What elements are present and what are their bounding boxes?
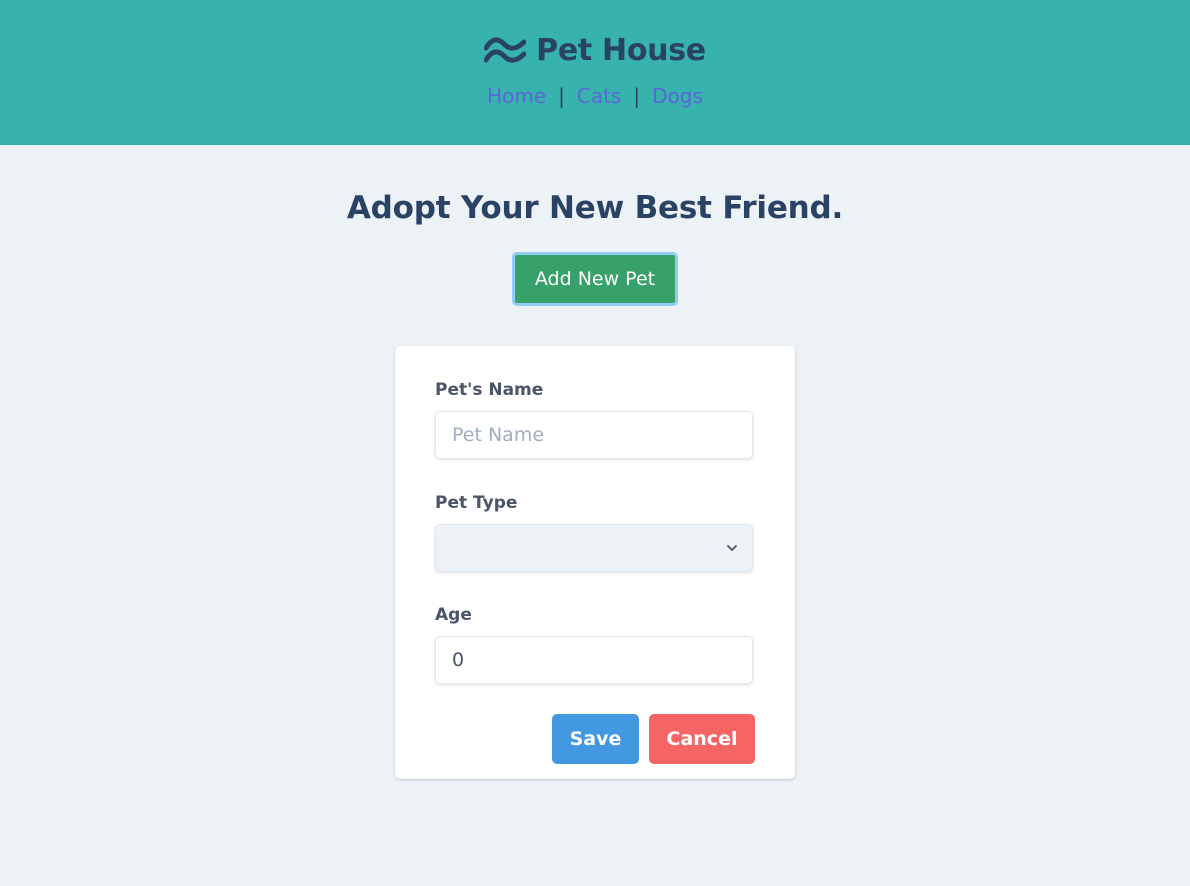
main-content: Adopt Your New Best Friend. Add New Pet … <box>0 145 1190 779</box>
pet-name-label: Pet's Name <box>435 380 544 400</box>
tailwind-wave-icon <box>484 36 527 63</box>
pet-type-select[interactable] <box>435 524 753 572</box>
add-new-pet-button[interactable]: Add New Pet <box>512 252 678 306</box>
add-pet-form: Pet's Name Pet Type Age Save Cancel <box>395 346 795 779</box>
nav-separator: | <box>633 84 641 108</box>
nav-link-cats[interactable]: Cats <box>577 82 621 110</box>
cancel-button[interactable]: Cancel <box>649 714 755 764</box>
pet-name-input[interactable] <box>435 411 753 459</box>
brand: Pet House <box>484 33 706 68</box>
save-button[interactable]: Save <box>552 714 639 764</box>
nav-separator: | <box>558 84 565 108</box>
nav-link-dogs[interactable]: Dogs <box>652 82 703 110</box>
page-title: Adopt Your New Best Friend. <box>346 190 844 226</box>
form-actions: Save Cancel <box>435 714 755 764</box>
chevron-down-icon <box>727 545 737 551</box>
site-header: Pet House Home | Cats | Dogs <box>0 0 1190 145</box>
nav-link-home[interactable]: Home <box>487 82 546 110</box>
age-input[interactable] <box>435 636 753 684</box>
pet-type-label: Pet Type <box>435 493 518 513</box>
main-nav: Home | Cats | Dogs <box>487 82 703 110</box>
site-title: Pet House <box>536 33 706 68</box>
age-label: Age <box>435 605 472 625</box>
